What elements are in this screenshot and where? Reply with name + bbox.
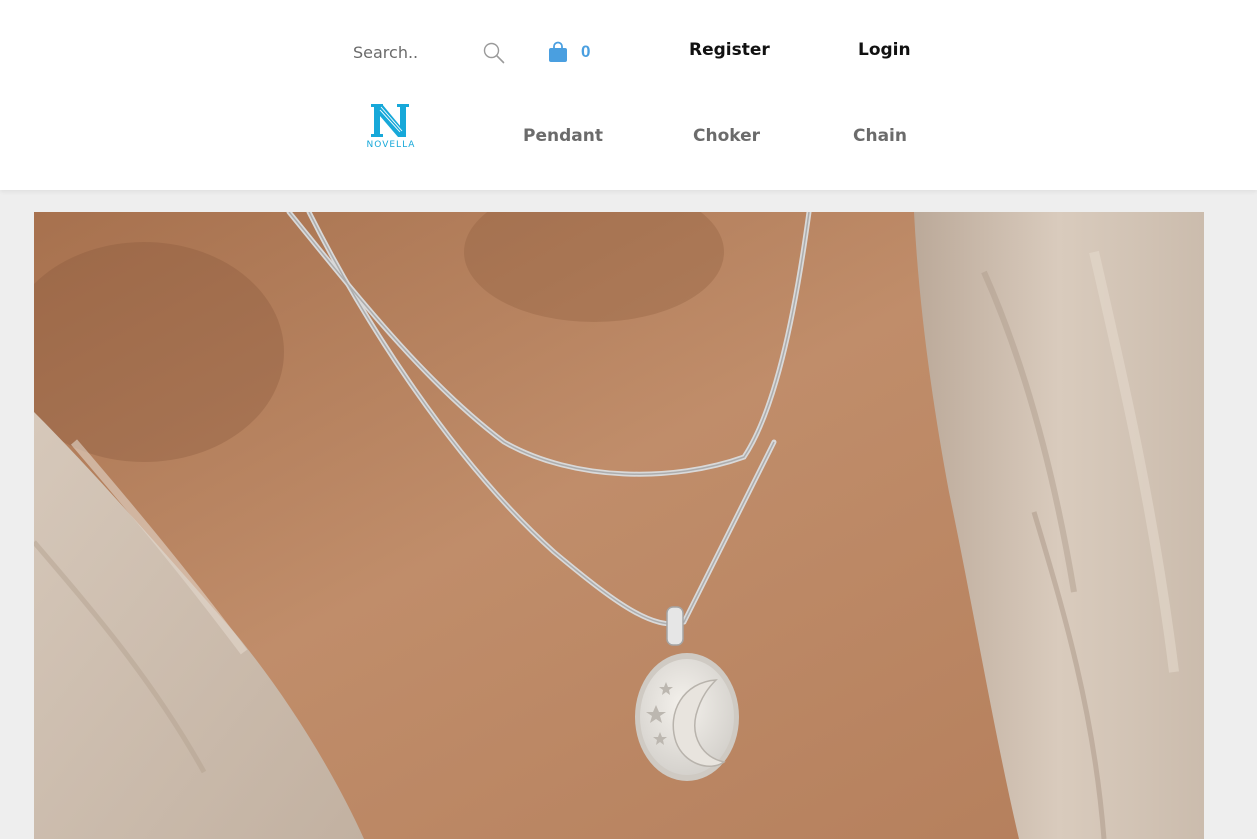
register-link[interactable]: Register (689, 40, 770, 60)
shopping-bag-icon (549, 41, 567, 62)
logo-text: NOVELLA (366, 140, 416, 150)
nav-choker[interactable]: Choker (693, 126, 760, 146)
nav-pendant[interactable]: Pendant (523, 126, 603, 146)
search-input[interactable] (353, 36, 473, 68)
login-link[interactable]: Login (858, 40, 911, 60)
search-bar (353, 36, 513, 68)
novella-logo[interactable]: NOVELLA (360, 101, 422, 153)
cart-count: 0 (581, 42, 591, 61)
logo-mark-icon (371, 104, 409, 137)
hero-image-necklace (34, 212, 1204, 839)
site-header: 0 Register Login NOVELLA Pendant Choker … (0, 0, 1257, 190)
cart-button[interactable]: 0 (548, 38, 590, 66)
search-icon[interactable] (482, 41, 506, 65)
nav-chain[interactable]: Chain (853, 126, 907, 146)
hero-illustration (34, 212, 1204, 839)
